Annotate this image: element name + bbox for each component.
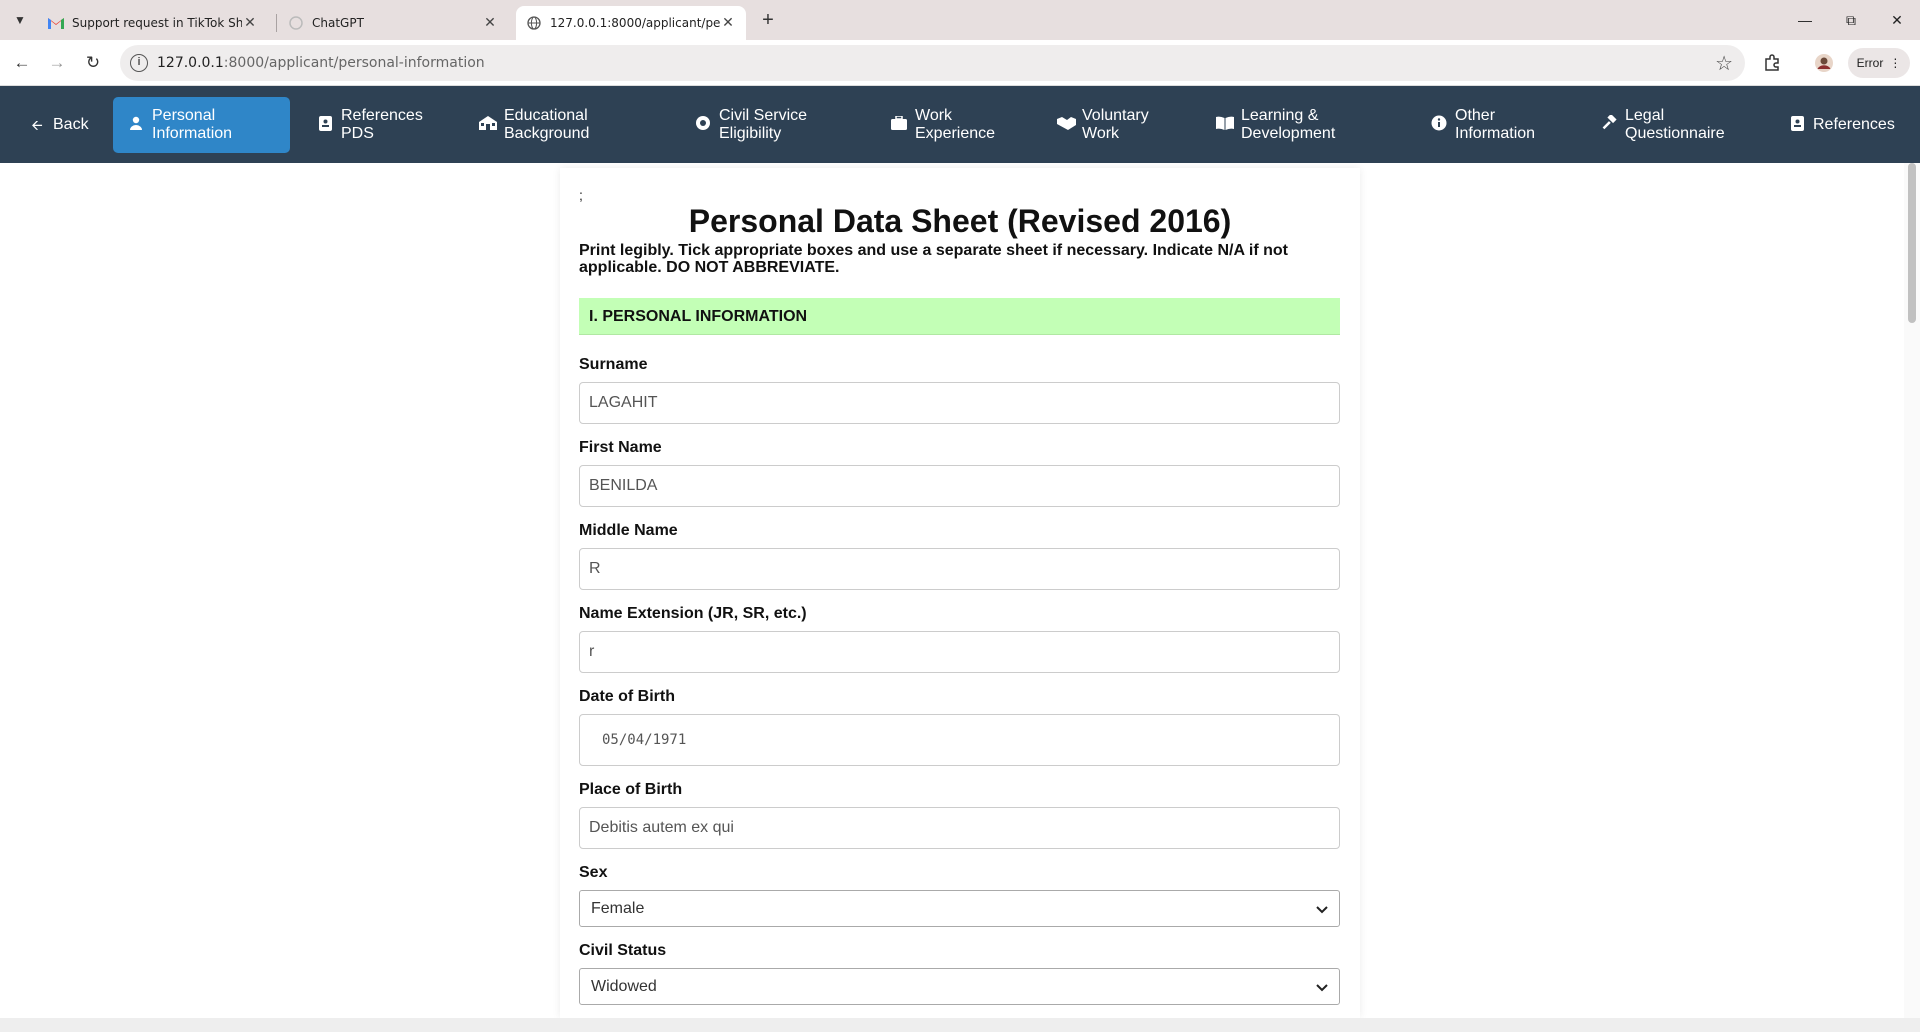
- close-icon[interactable]: ✕: [482, 15, 498, 31]
- browser-toolbar: ← → ↻ i 127.0.0.1:8000/applicant/persona…: [0, 40, 1920, 86]
- gmail-icon: [48, 15, 64, 31]
- section-header: I. PERSONAL INFORMATION: [579, 298, 1340, 335]
- nav-label: Other Information: [1455, 107, 1536, 142]
- browser-tabstrip: ▼ Support request in TikTok Shop ✕ ChatG…: [0, 0, 1920, 40]
- user-icon: [127, 116, 145, 134]
- middle-name-input[interactable]: R: [579, 548, 1340, 590]
- reload-icon[interactable]: ↻: [79, 50, 107, 76]
- globe-icon: [526, 15, 542, 31]
- nav-educational-background[interactable]: Educational Background: [465, 97, 628, 153]
- scrollbar-thumb[interactable]: [1908, 163, 1916, 323]
- first-name-label: First Name: [579, 439, 662, 456]
- nav-civil-service-eligibility[interactable]: Civil Service Eligibility: [680, 97, 833, 153]
- nav-label: Work Experience: [915, 107, 996, 142]
- nav-label: Learning & Development: [1241, 107, 1336, 142]
- horizontal-scrollbar[interactable]: [0, 1018, 1920, 1032]
- nav-label: Civil Service Eligibility: [719, 107, 808, 142]
- forward-arrow-icon[interactable]: →: [43, 50, 71, 76]
- form-instructions: Print legibly. Tick appropriate boxes an…: [579, 242, 1288, 276]
- tab-title: Support request in TikTok Shop: [72, 16, 242, 30]
- nav-label: Personal Information: [152, 107, 233, 142]
- nav-back-button[interactable]: 🡨 Back: [14, 97, 103, 153]
- minimize-icon[interactable]: —: [1782, 0, 1828, 40]
- app-navbar: 🡨 Back Personal Information References P…: [0, 86, 1920, 163]
- place-of-birth-label: Place of Birth: [579, 781, 683, 798]
- nav-label: Legal Questionnaire: [1625, 107, 1725, 142]
- new-tab-button[interactable]: +: [756, 8, 780, 32]
- place-of-birth-input[interactable]: Debitis autem ex qui: [579, 807, 1340, 849]
- nav-label: Back: [53, 116, 89, 133]
- civil-status-select[interactable]: Widowed: [579, 968, 1340, 1005]
- bookmark-star-icon[interactable]: ☆: [1715, 51, 1733, 76]
- book-icon: [1216, 116, 1234, 134]
- nav-work-experience[interactable]: Work Experience: [876, 97, 1019, 153]
- gavel-icon: [1600, 113, 1618, 135]
- nav-voluntary-work[interactable]: Voluntary Work: [1043, 97, 1176, 153]
- vertical-scrollbar[interactable]: [1904, 163, 1920, 1018]
- tab-title: 127.0.0.1:8000/applicant/perso: [550, 16, 720, 30]
- site-info-icon[interactable]: i: [130, 54, 148, 72]
- name-extension-input[interactable]: r: [579, 631, 1340, 673]
- tab-search-button[interactable]: ▼: [8, 8, 32, 32]
- id-card-icon: [1788, 115, 1806, 135]
- restore-icon[interactable]: ⧉: [1828, 0, 1874, 40]
- browser-tab-active[interactable]: 127.0.0.1:8000/applicant/perso ✕: [516, 6, 746, 40]
- handshake-icon: [1057, 116, 1076, 134]
- nav-other-information[interactable]: Other Information: [1416, 97, 1559, 153]
- sex-selected-value: Female: [591, 899, 645, 917]
- surname-input[interactable]: LAGAHIT: [579, 382, 1340, 424]
- nav-learning-development[interactable]: Learning & Development: [1202, 97, 1365, 153]
- url-text: 127.0.0.1:8000/applicant/personal-inform…: [157, 55, 485, 71]
- surname-label: Surname: [579, 356, 648, 373]
- nav-label: Voluntary Work: [1082, 107, 1149, 142]
- address-bar[interactable]: i 127.0.0.1:8000/applicant/personal-info…: [120, 45, 1745, 81]
- arrow-left-icon: 🡨: [31, 117, 43, 133]
- sex-select[interactable]: Female: [579, 890, 1340, 927]
- stray-text: ;: [579, 187, 583, 203]
- sex-label: Sex: [579, 864, 608, 881]
- name-extension-label: Name Extension (JR, SR, etc.): [579, 605, 807, 622]
- back-arrow-icon[interactable]: ←: [8, 50, 36, 76]
- nav-label: References: [1813, 116, 1895, 133]
- tab-separator: [276, 14, 277, 32]
- chevron-down-icon: [1316, 979, 1328, 995]
- page-title: Personal Data Sheet (Revised 2016): [688, 203, 1232, 239]
- contact-card-icon: [316, 115, 334, 135]
- date-of-birth-label: Date of Birth: [579, 688, 675, 705]
- certificate-icon: [694, 115, 712, 135]
- window-close-icon[interactable]: ✕: [1874, 0, 1920, 40]
- nav-label: References PDS: [341, 107, 423, 142]
- school-icon: [479, 116, 497, 134]
- nav-label: Educational Background: [504, 107, 590, 142]
- profile-avatar-icon[interactable]: [1810, 50, 1838, 76]
- close-icon[interactable]: ✕: [242, 15, 258, 31]
- nav-legal-questionnaire[interactable]: Legal Questionnaire: [1586, 97, 1749, 153]
- info-icon: [1430, 115, 1448, 135]
- civil-status-selected-value: Widowed: [591, 977, 657, 995]
- nav-references-pds[interactable]: References PDS: [302, 97, 445, 153]
- nav-personal-information[interactable]: Personal Information: [113, 97, 290, 153]
- chatgpt-icon: [288, 15, 304, 31]
- browser-tab-gmail[interactable]: Support request in TikTok Shop ✕: [38, 6, 268, 40]
- extensions-icon[interactable]: [1758, 50, 1786, 76]
- first-name-input[interactable]: BENILDA: [579, 465, 1340, 507]
- nav-references[interactable]: References: [1774, 97, 1909, 153]
- close-icon[interactable]: ✕: [720, 15, 736, 31]
- chevron-down-icon: [1316, 901, 1328, 917]
- civil-status-label: Civil Status: [579, 942, 667, 959]
- browser-tab-chatgpt[interactable]: ChatGPT ✕: [278, 6, 508, 40]
- briefcase-icon: [890, 115, 908, 134]
- date-of-birth-input[interactable]: 05/04/1971: [579, 714, 1340, 766]
- profile-error-button[interactable]: Error ⋮: [1848, 48, 1910, 78]
- error-label: Error: [1856, 56, 1884, 70]
- tab-title: ChatGPT: [312, 16, 364, 30]
- middle-name-label: Middle Name: [579, 522, 678, 539]
- more-vert-icon: ⋮: [1889, 56, 1902, 70]
